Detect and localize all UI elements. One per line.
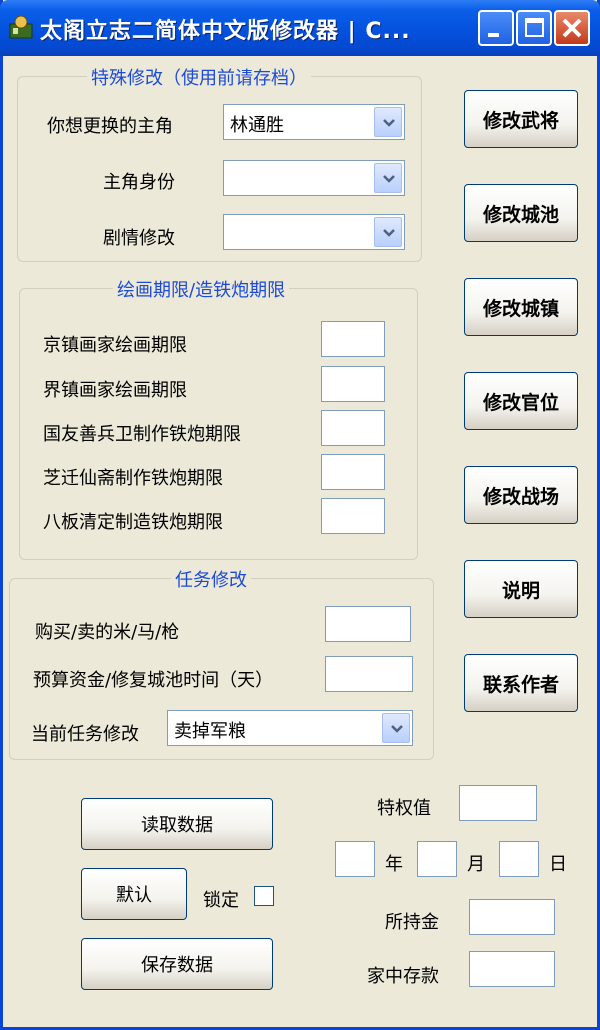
chevron-down-icon: [383, 119, 395, 127]
modify-generals-button[interactable]: 修改武将: [464, 90, 578, 148]
protagonist-value: 林通胜: [230, 115, 284, 136]
current-mission-select[interactable]: 卖掉军粮: [167, 710, 413, 746]
painting-deadline-input[interactable]: [321, 498, 385, 534]
title-bar[interactable]: 太阁立志二简体中文版修改器 | C...: [0, 0, 600, 56]
painting-row-label: 界镇画家绘画期限: [43, 380, 187, 401]
money-label: 所持金: [385, 912, 439, 933]
client-area: 特殊修改（使用前请存档） 你想更换的主角 林通胜 主角身份 剧情修改 绘画期限/…: [3, 56, 597, 1027]
read-data-button[interactable]: 读取数据: [81, 798, 273, 850]
modify-castles-button[interactable]: 修改城池: [464, 184, 578, 242]
lock-label: 锁定: [203, 890, 239, 911]
story-label: 剧情修改: [103, 228, 175, 249]
window-title: 太阁立志二简体中文版修改器 | C...: [40, 19, 411, 44]
chevron-down-icon: [383, 229, 395, 237]
mission-modify-legend: 任务修改: [171, 566, 251, 592]
minimize-button[interactable]: [478, 10, 514, 46]
day-input[interactable]: [499, 841, 539, 877]
buy-sell-label: 购买/卖的米/马/枪: [35, 622, 180, 643]
modify-rank-button[interactable]: 修改官位: [464, 372, 578, 430]
identity-select[interactable]: [223, 160, 405, 196]
savings-label: 家中存款: [367, 966, 439, 987]
dropdown-button[interactable]: [374, 107, 402, 137]
identity-label: 主角身份: [103, 172, 175, 193]
app-icon: [9, 15, 33, 39]
current-mission-label: 当前任务修改: [31, 724, 139, 745]
painting-deadline-input[interactable]: [321, 321, 385, 357]
story-select[interactable]: [223, 214, 405, 250]
painting-deadline-input[interactable]: [321, 366, 385, 402]
close-icon: [562, 18, 582, 38]
modify-battlefield-button[interactable]: 修改战场: [464, 466, 578, 524]
month-input[interactable]: [417, 841, 457, 877]
budget-label: 预算资金/修复城池时间（天）: [33, 670, 274, 691]
dropdown-button[interactable]: [382, 713, 410, 743]
protagonist-select[interactable]: 林通胜: [223, 104, 405, 140]
app-window: 太阁立志二简体中文版修改器 | C... 特殊修改（使用前请存档） 你想更换的主…: [0, 0, 600, 1030]
painting-row-label: 芝迁仙斋制作铁炮期限: [43, 468, 223, 489]
chevron-down-icon: [391, 725, 403, 733]
lock-checkbox[interactable]: [254, 886, 274, 906]
month-label: 月: [467, 854, 485, 875]
minimize-icon: [488, 33, 499, 37]
chevron-down-icon: [383, 175, 395, 183]
close-button[interactable]: [554, 10, 590, 46]
protagonist-label: 你想更换的主角: [47, 116, 173, 137]
current-mission-value: 卖掉军粮: [174, 721, 246, 742]
money-input[interactable]: [469, 899, 555, 935]
dropdown-button[interactable]: [374, 163, 402, 193]
painting-row-label: 八板清定制造铁炮期限: [43, 512, 223, 533]
modify-towns-button[interactable]: 修改城镇: [464, 278, 578, 336]
painting-row-label: 京镇画家绘画期限: [43, 335, 187, 356]
default-button[interactable]: 默认: [81, 868, 187, 920]
savings-input[interactable]: [469, 951, 555, 987]
save-data-button[interactable]: 保存数据: [81, 938, 273, 990]
day-label: 日: [549, 854, 567, 875]
dropdown-button[interactable]: [374, 217, 402, 247]
painting-deadline-legend: 绘画期限/造铁炮期限: [113, 276, 290, 302]
painting-deadline-input[interactable]: [321, 454, 385, 490]
year-label: 年: [385, 854, 403, 875]
contact-author-button[interactable]: 联系作者: [464, 654, 578, 712]
buy-sell-input[interactable]: [325, 606, 411, 642]
privilege-input[interactable]: [459, 785, 537, 821]
maximize-button[interactable]: [516, 10, 552, 46]
painting-deadline-input[interactable]: [321, 410, 385, 446]
help-button[interactable]: 说明: [464, 560, 578, 618]
year-input[interactable]: [335, 841, 375, 877]
budget-input[interactable]: [325, 656, 413, 692]
privilege-label: 特权值: [377, 798, 431, 819]
special-modify-legend: 特殊修改（使用前请存档）: [87, 64, 311, 90]
painting-row-label: 国友善兵卫制作铁炮期限: [43, 424, 241, 445]
maximize-icon: [525, 18, 544, 37]
